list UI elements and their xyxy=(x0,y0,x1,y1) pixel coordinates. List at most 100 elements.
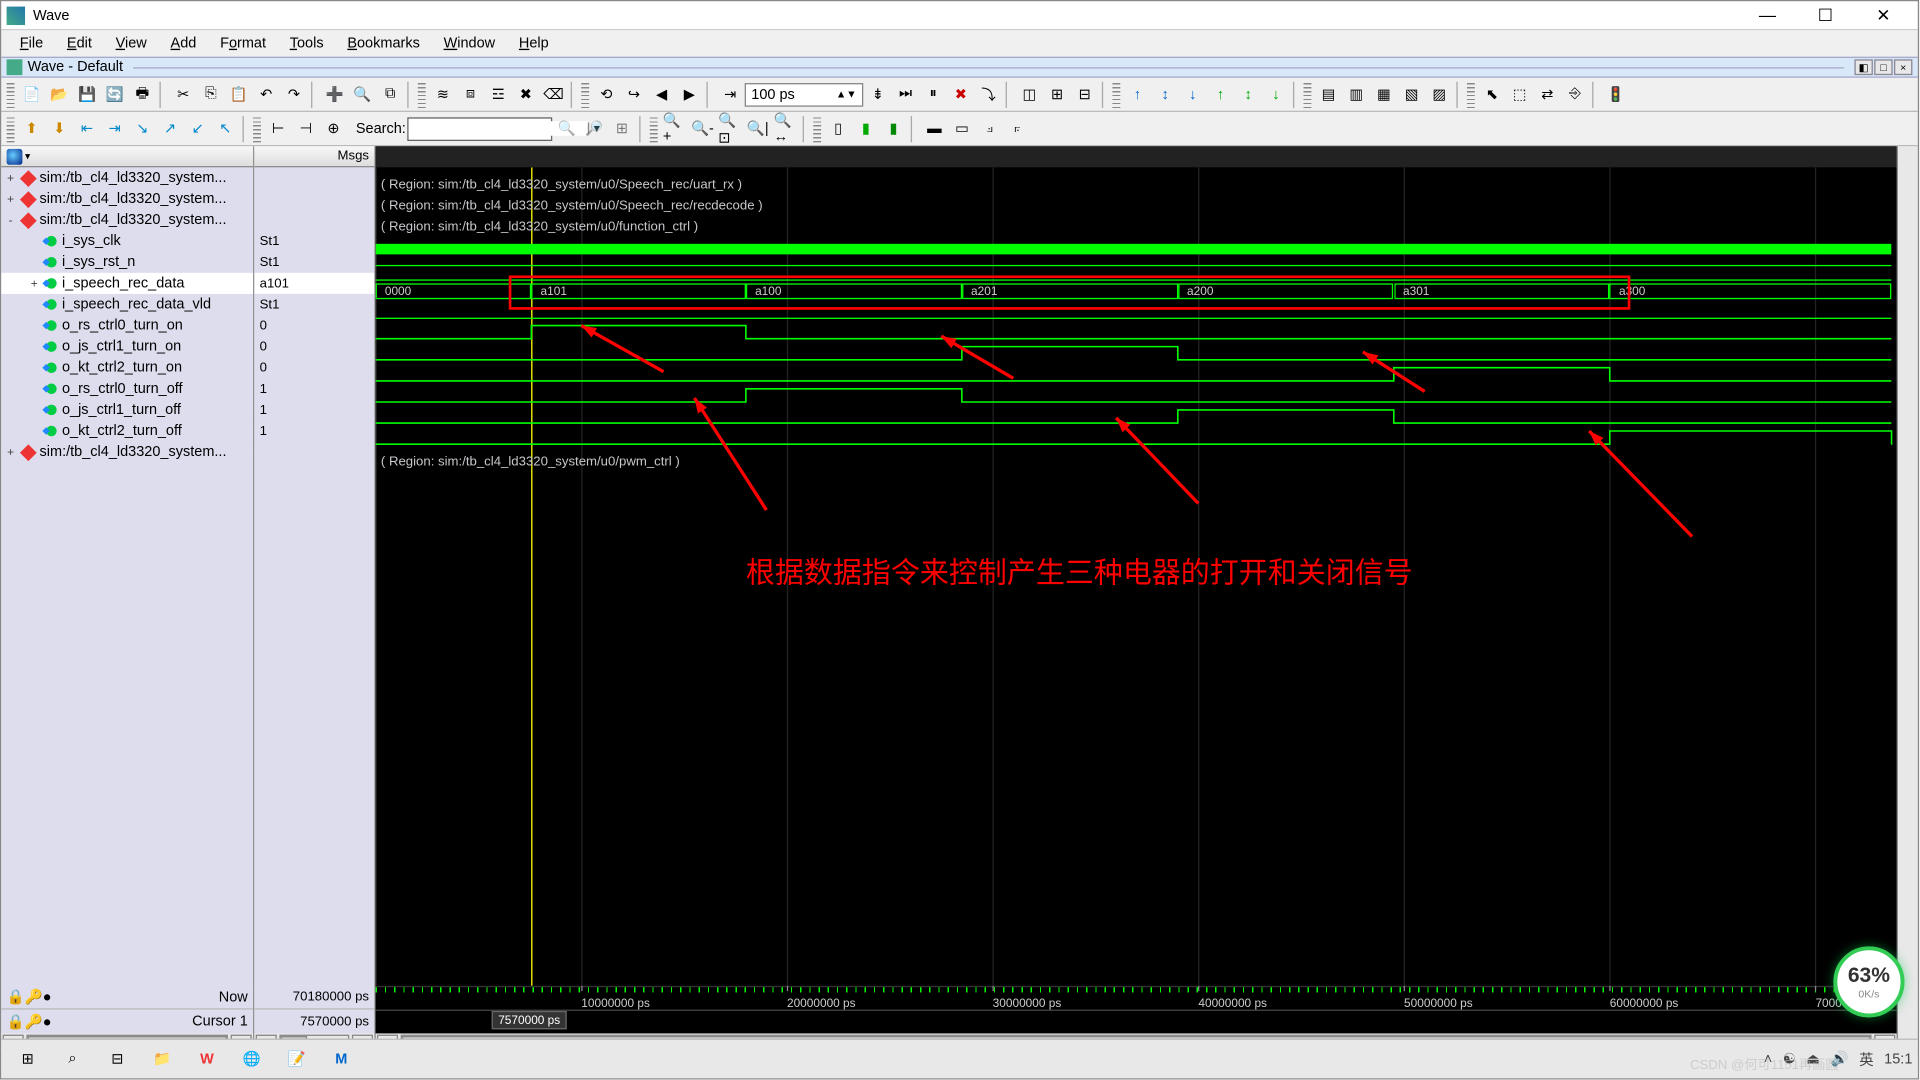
continue-button[interactable]: ⏭ xyxy=(892,81,918,107)
zoom-full-button[interactable]: 🔍⊡ xyxy=(717,115,743,141)
signal-row[interactable]: +sim:/tb_cl4_ld3320_system... xyxy=(1,442,253,463)
memory-a-button[interactable]: ▤ xyxy=(1315,81,1341,107)
dock-max-button[interactable]: □ xyxy=(1874,59,1892,75)
maximize-button[interactable]: ☐ xyxy=(1796,1,1854,30)
memory-e-button[interactable]: ▨ xyxy=(1426,81,1452,107)
toolbar-handle[interactable] xyxy=(650,115,658,141)
tray-ime-icon[interactable]: 英 xyxy=(1859,1048,1873,1069)
signal-row[interactable]: o_js_ctrl1_turn_on xyxy=(1,336,253,357)
search-all-button[interactable]: ⊞ xyxy=(609,115,635,141)
paste-button[interactable]: 📋 xyxy=(225,81,251,107)
stop-button[interactable]: ✖ xyxy=(948,81,974,107)
restart-button[interactable]: ⟲ xyxy=(593,81,619,107)
cursor-add-a-button[interactable]: ⬆ xyxy=(18,115,44,141)
signal-row[interactable]: +sim:/tb_cl4_ld3320_system... xyxy=(1,188,253,209)
menu-bookmarks[interactable]: Bookmarks xyxy=(337,33,431,54)
copy-button[interactable]: ⎘ xyxy=(198,81,224,107)
format-g-button[interactable]: ⟔ xyxy=(1004,115,1030,141)
cursor-add-b-button[interactable]: ⬇ xyxy=(46,115,72,141)
run-all-button[interactable]: ⇥ xyxy=(717,81,743,107)
menu-format[interactable]: Format xyxy=(210,33,277,54)
modelsim-icon[interactable]: M xyxy=(320,1042,362,1076)
run-back-button[interactable]: ◀ xyxy=(648,81,674,107)
format-f-button[interactable]: ⟓ xyxy=(977,115,1003,141)
signal-list[interactable]: +sim:/tb_cl4_ld3320_system...+sim:/tb_cl… xyxy=(1,167,253,985)
signal-row[interactable]: o_rs_ctrl0_turn_on xyxy=(1,315,253,336)
zoom-out-button[interactable]: 🔍- xyxy=(689,115,715,141)
signal-row[interactable]: -sim:/tb_cl4_ld3320_system... xyxy=(1,210,253,231)
signal-row[interactable]: +i_speech_rec_data xyxy=(1,273,253,294)
prev-edge-button[interactable]: ⇤ xyxy=(74,115,100,141)
runtime-input[interactable]: 100 ps▲▼ xyxy=(745,82,864,106)
layout-a-button[interactable]: ◫ xyxy=(1016,81,1042,107)
wave-group-button[interactable]: ≋ xyxy=(430,81,456,107)
memory-d-button[interactable]: ▧ xyxy=(1398,81,1424,107)
cursor-ruler[interactable]: 7570000 ps xyxy=(376,1010,1897,1034)
step-over-button[interactable]: ↪ xyxy=(621,81,647,107)
toolbar-handle[interactable] xyxy=(581,81,589,107)
menu-window[interactable]: Window xyxy=(433,33,506,54)
signal-row[interactable]: o_kt_ctrl2_turn_on xyxy=(1,357,253,378)
expand-up2-button[interactable]: ↑ xyxy=(1207,81,1233,107)
explorer-icon[interactable]: 📁 xyxy=(141,1042,183,1076)
signal-row[interactable]: o_kt_ctrl2_turn_off xyxy=(1,420,253,441)
menu-view[interactable]: View xyxy=(105,33,157,54)
cursor-link-button[interactable]: ⇄ xyxy=(1534,81,1560,107)
run-fwd-button[interactable]: ▶ xyxy=(676,81,702,107)
search-input[interactable]: ▼ xyxy=(407,117,552,141)
traffic-button[interactable]: 🚦 xyxy=(1603,81,1629,107)
dock-close-button[interactable]: × xyxy=(1894,59,1912,75)
toolbar-handle[interactable] xyxy=(253,115,261,141)
wave-vscroll[interactable] xyxy=(1897,146,1918,1054)
add-signal-button[interactable]: ➕ xyxy=(322,81,348,107)
search-button[interactable]: ⌕ xyxy=(51,1042,93,1076)
expand-up-button[interactable]: ↑ xyxy=(1124,81,1150,107)
wave-stop-button[interactable]: ✖ xyxy=(513,81,539,107)
notepad-icon[interactable]: 📝 xyxy=(275,1042,317,1076)
memory-c-button[interactable]: ▦ xyxy=(1371,81,1397,107)
step-button[interactable]: ⤵ xyxy=(975,81,1001,107)
run-button[interactable]: ⇟ xyxy=(865,81,891,107)
next-edge-button[interactable]: ⇥ xyxy=(101,115,127,141)
zoom-mode-button[interactable]: ⬚ xyxy=(1506,81,1532,107)
collapse2-button[interactable]: ↕ xyxy=(1235,81,1261,107)
wps-icon[interactable]: W xyxy=(186,1042,228,1076)
toolbar-handle[interactable] xyxy=(1467,81,1475,107)
menu-help[interactable]: Help xyxy=(508,33,559,54)
toolbar-handle[interactable] xyxy=(1112,81,1120,107)
waveform-pane[interactable]: ( Region: sim:/tb_cl4_ld3320_system/u0/S… xyxy=(376,146,1897,1054)
toolbar-handle[interactable] xyxy=(7,81,15,107)
prev-rising-button[interactable]: ↙ xyxy=(185,115,211,141)
menu-tools[interactable]: Tools xyxy=(279,33,334,54)
signal-row[interactable]: i_sys_clk xyxy=(1,231,253,252)
toolbar-handle[interactable] xyxy=(1304,81,1312,107)
tray-time[interactable]: 15:1 xyxy=(1884,1051,1912,1067)
toggle-leaf-button[interactable]: ⊢ xyxy=(265,115,291,141)
toggle-radix-button[interactable]: ⊕ xyxy=(320,115,346,141)
redo-button[interactable]: ↷ xyxy=(281,81,307,107)
memory-b-button[interactable]: ▥ xyxy=(1343,81,1369,107)
toolbar-handle[interactable] xyxy=(7,115,15,141)
signal-row[interactable]: i_speech_rec_data_vld xyxy=(1,294,253,315)
expand-down2-button[interactable]: ↓ xyxy=(1263,81,1289,107)
zoom-cursor-button[interactable]: 🔍| xyxy=(745,115,771,141)
signal-row[interactable]: +sim:/tb_cl4_ld3320_system... xyxy=(1,167,253,188)
format-b-button[interactable]: ▮ xyxy=(853,115,879,141)
format-a-button[interactable]: ▯ xyxy=(825,115,851,141)
open-button[interactable]: 📂 xyxy=(46,81,72,107)
toggle-path-button[interactable]: ⊣ xyxy=(293,115,319,141)
toolbar-handle[interactable] xyxy=(813,115,821,141)
filter-button[interactable]: ⧉ xyxy=(377,81,403,107)
search-next-button[interactable]: 🔎 xyxy=(581,115,607,141)
select-mode-button[interactable]: ⬉ xyxy=(1479,81,1505,107)
wave-log-button[interactable]: ☲ xyxy=(485,81,511,107)
menu-file[interactable]: File xyxy=(9,33,53,54)
signal-row[interactable]: i_sys_rst_n xyxy=(1,252,253,273)
prev-falling-button[interactable]: ↘ xyxy=(129,115,155,141)
menu-edit[interactable]: Edit xyxy=(56,33,102,54)
format-c-button[interactable]: ▮ xyxy=(880,115,906,141)
zoom-in-button[interactable]: 🔍+ xyxy=(662,115,688,141)
values-list[interactable]: St1St1a101St1000111 xyxy=(254,167,374,985)
start-button[interactable]: ⊞ xyxy=(7,1042,49,1076)
dock-float-button[interactable]: ◧ xyxy=(1854,59,1872,75)
